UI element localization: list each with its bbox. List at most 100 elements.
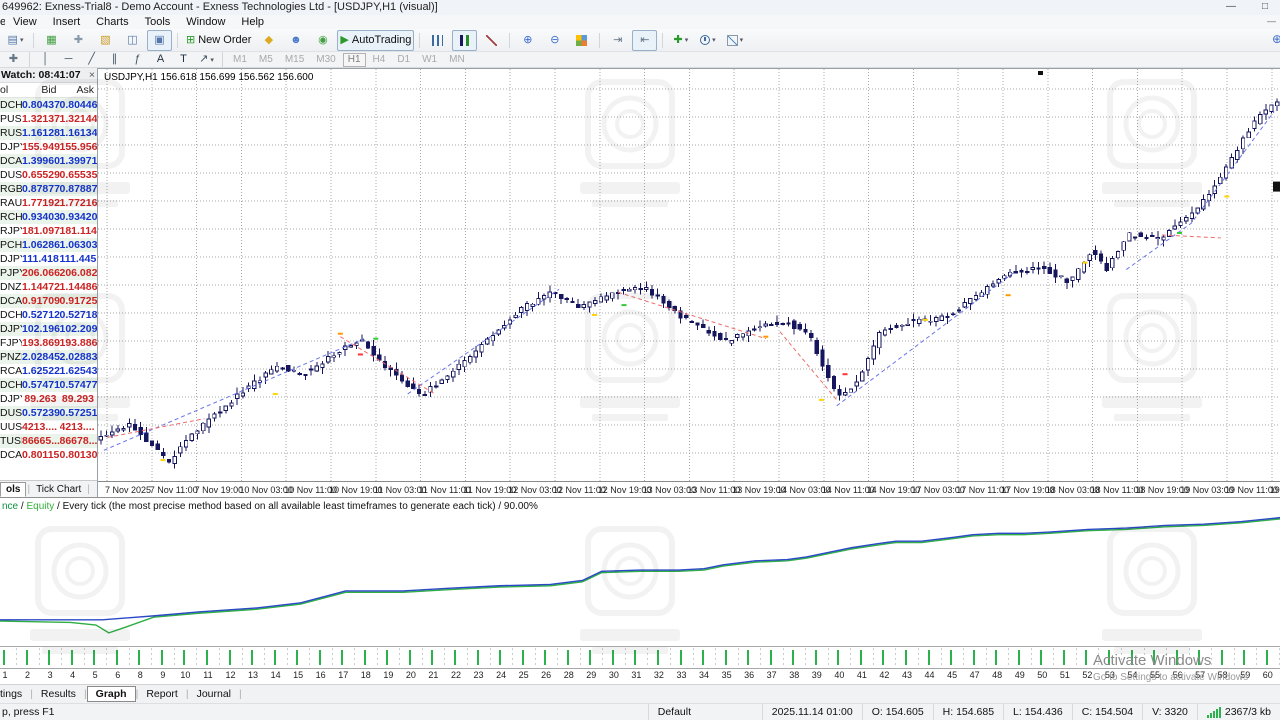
arrows-button[interactable]: ↗▾ xyxy=(196,52,217,68)
menu-tools[interactable]: Tools xyxy=(137,16,179,28)
market-watch-row[interactable]: DJPY102.196102.209 xyxy=(0,322,97,336)
trend-line-button[interactable]: ╱ xyxy=(81,52,102,68)
market-watch-row[interactable]: DUSD0.572390.57251 xyxy=(0,406,97,420)
line-chart-mode-button[interactable] xyxy=(479,30,504,51)
market-watch-row[interactable]: RGBP0.878770.87887 xyxy=(0,182,97,196)
trade-number-label: 36 xyxy=(744,670,754,680)
tile-windows-button[interactable] xyxy=(569,30,594,51)
open-profile-button[interactable]: ▧ xyxy=(93,30,118,51)
timeframe-m5[interactable]: M5 xyxy=(254,53,278,67)
symbol-column-header[interactable]: ol xyxy=(0,83,22,97)
metaeditor-icon: ◆ xyxy=(265,35,273,46)
trade-number-label: 25 xyxy=(519,670,529,680)
market-watch-row[interactable]: TUSD86665...86678... xyxy=(0,434,97,448)
market-watch-row[interactable]: DJPY89.26389.293 xyxy=(0,392,97,406)
equidistant-channel-button[interactable]: ∥ xyxy=(104,52,125,68)
market-watch-toggle-button[interactable]: ◫ xyxy=(120,30,145,51)
horizontal-line-button[interactable]: ─ xyxy=(58,52,79,68)
tab-settings-fragment[interactable]: tings xyxy=(0,687,30,701)
timeframe-h4[interactable]: H4 xyxy=(368,53,391,67)
new-chart-button[interactable]: ▦ xyxy=(39,30,64,51)
templates-button[interactable]: ▾ xyxy=(722,30,747,51)
metaeditor-button[interactable]: ◆ xyxy=(256,30,281,51)
menu-insert[interactable]: Insert xyxy=(45,16,89,28)
timeframe-m15[interactable]: M15 xyxy=(280,53,309,67)
tick-gridline xyxy=(670,648,671,667)
market-watch-row[interactable]: RCAD1.625221.62543 xyxy=(0,364,97,378)
market-watch-row[interactable]: DJPY111.418111.445 xyxy=(0,252,97,266)
market-watch-row[interactable]: RJPY181.097181.114 xyxy=(0,224,97,238)
fibonacci-button[interactable]: ƒ xyxy=(127,52,148,68)
chart-shift-button[interactable]: ⇤ xyxy=(632,30,657,51)
timeframe-m1[interactable]: M1 xyxy=(228,53,252,67)
market-watch-row[interactable]: FJPY193.869193.886 xyxy=(0,336,97,350)
zoom-in-button[interactable]: ⊕ xyxy=(515,30,540,51)
trade-tick xyxy=(544,650,546,665)
market-watch-row[interactable]: DUSD0.655290.65535 xyxy=(0,168,97,182)
cursor-button[interactable]: ✚ xyxy=(66,30,91,51)
data-window-toggle-button[interactable]: ▣ xyxy=(147,30,172,51)
candlestick-mode-button[interactable] xyxy=(452,30,477,51)
tick-gridline xyxy=(84,648,85,667)
bid-cell: 193.869 xyxy=(22,336,60,350)
autotrading-toggle-button[interactable]: ▶AutoTrading xyxy=(337,30,414,51)
timeframe-w1[interactable]: W1 xyxy=(417,53,442,67)
market-watch-row[interactable]: DJPY155.949155.956 xyxy=(0,140,97,154)
tester-graph-canvas[interactable] xyxy=(0,515,1280,646)
symbol-cell: PNZD xyxy=(0,350,22,364)
periods-button[interactable]: ▾ xyxy=(695,30,720,51)
market-watch-row[interactable]: DNZD1.144721.14486 xyxy=(0,280,97,294)
market-watch-row[interactable]: PCHF1.062861.06303 xyxy=(0,238,97,252)
text-label-button[interactable]: T xyxy=(173,52,194,68)
minimize-button[interactable]: — xyxy=(1218,0,1244,14)
tab-report[interactable]: Report xyxy=(138,687,186,701)
auto-scroll-button[interactable]: ⇥ xyxy=(605,30,630,51)
tab-results[interactable]: Results xyxy=(33,687,84,701)
market-watch-row[interactable]: RCHF0.934030.93420 xyxy=(0,210,97,224)
chart-time-axis[interactable]: 7 Nov 20257 Nov 11:007 Nov 19:0010 Nov 0… xyxy=(98,481,1280,498)
market-watch-row[interactable]: PNZD2.028452.02883 xyxy=(0,350,97,364)
symbol-cell: TUSD xyxy=(0,434,22,448)
timeframe-m30[interactable]: M30 xyxy=(311,53,340,67)
trade-tick xyxy=(815,650,817,665)
market-watch-row[interactable]: DCHF0.804370.80446 xyxy=(0,98,97,112)
tab-journal[interactable]: Journal xyxy=(189,687,239,701)
timeframe-h1[interactable]: H1 xyxy=(343,53,366,67)
profiles-bar-button[interactable]: ▤▾ xyxy=(3,30,28,51)
text-button[interactable]: A xyxy=(150,52,171,68)
signals-button[interactable]: ◉ xyxy=(310,30,335,51)
timeframe-mn[interactable]: MN xyxy=(444,53,470,67)
menu-help[interactable]: Help xyxy=(233,16,272,28)
mdi-minimize-icon[interactable]: — xyxy=(1267,16,1276,26)
market-watch-row[interactable]: PJPY206.066206.082 xyxy=(0,266,97,280)
tab-tick-chart[interactable]: Tick Chart xyxy=(31,484,86,495)
bar-chart-mode-button[interactable] xyxy=(425,30,450,51)
market-watch-row[interactable]: DCHF0.574710.57477 xyxy=(0,378,97,392)
tab-symbols[interactable]: ols xyxy=(0,482,26,497)
bid-column-header[interactable]: Bid xyxy=(22,83,60,97)
menu-view[interactable]: View xyxy=(5,16,45,28)
zoom-out-button[interactable]: ⊖ xyxy=(542,30,567,51)
vertical-line-button[interactable]: │ xyxy=(35,52,56,68)
market-watch-row[interactable]: DCAD1.399601.39971 xyxy=(0,154,97,168)
market-watch-row[interactable]: RAUD1.771921.77216 xyxy=(0,196,97,210)
maximize-button[interactable]: □ xyxy=(1252,0,1278,14)
ask-column-header[interactable]: Ask xyxy=(60,83,98,97)
timeframe-d1[interactable]: D1 xyxy=(392,53,415,67)
market-watch-row[interactable]: DCHF0.527120.52718 xyxy=(0,308,97,322)
indicators-list-button[interactable]: ✚▾ xyxy=(668,30,693,51)
close-icon[interactable]: × xyxy=(89,68,95,82)
chart-window[interactable]: USDJPY,H1 156.618 156.699 156.562 156.60… xyxy=(98,68,1280,481)
new-order-button[interactable]: ⊞New Order xyxy=(183,30,254,51)
market-watch-row[interactable]: UUSD4213....4213.... xyxy=(0,420,97,434)
crosshair-button[interactable]: ✚ xyxy=(3,52,24,68)
expert-properties-button[interactable]: ☻ xyxy=(283,30,308,51)
tab-graph[interactable]: Graph xyxy=(87,686,136,702)
market-watch-row[interactable]: PUSD1.321371.32144 xyxy=(0,112,97,126)
candlestick-chart-canvas[interactable] xyxy=(98,69,1280,482)
market-watch-row[interactable]: RUSD1.161281.16134 xyxy=(0,126,97,140)
menu-window[interactable]: Window xyxy=(178,16,233,28)
menu-charts[interactable]: Charts xyxy=(88,16,136,28)
market-watch-row[interactable]: DCAD0.801150.80130 xyxy=(0,448,97,462)
market-watch-row[interactable]: DCAD0.917090.91725 xyxy=(0,294,97,308)
